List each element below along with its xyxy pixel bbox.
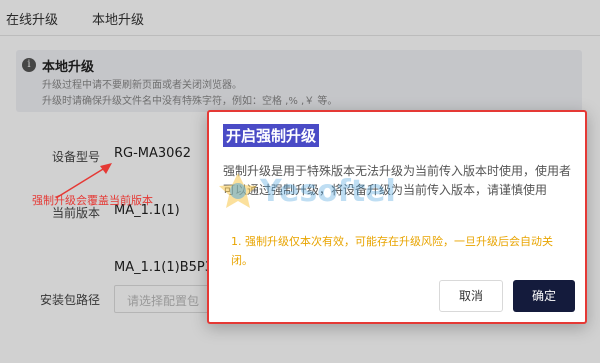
dialog-title: 开启强制升级 bbox=[223, 124, 320, 147]
cancel-button[interactable]: 取消 bbox=[439, 280, 503, 312]
notice-line-1: 升级过程中请不要刷新页面或者关闭浏览器。 bbox=[42, 80, 242, 91]
info-icon: i bbox=[22, 58, 36, 72]
dialog-body: 强制升级是用于特殊版本无法升级为当前传入版本时使用，使用者可以通过强制升级，将设… bbox=[223, 164, 572, 197]
model-value: RG-MA3062 bbox=[114, 146, 191, 161]
force-upgrade-dialog: 开启强制升级 强制升级是用于特殊版本无法升级为当前传入版本时使用，使用者可以通过… bbox=[207, 110, 587, 324]
notice-line-2: 升级时请确保升级文件名中没有特殊字符，例如：空格 ,% ,￥ 等。 bbox=[42, 96, 338, 107]
confirm-button[interactable]: 确定 bbox=[513, 280, 575, 312]
model-label: 设备型号 bbox=[52, 150, 101, 164]
tab-local-upgrade[interactable]: 本地升级 bbox=[89, 9, 147, 38]
notice-box: i 本地升级 升级过程中请不要刷新页面或者关闭浏览器。 升级时请确保升级文件名中… bbox=[16, 50, 582, 112]
tab-online-upgrade[interactable]: 在线升级 bbox=[6, 9, 58, 28]
package-path-label: 安装包路径 bbox=[40, 293, 101, 307]
tab-bar: 在线升级 本地升级 bbox=[0, 0, 600, 38]
annotation-note: 强制升级会覆盖当前版本 bbox=[32, 194, 153, 207]
notice-title: 本地升级 bbox=[42, 60, 95, 75]
dialog-warning: 1. 强制升级仅本次有效，可能存在升级风险，一旦升级后会自动关闭。 bbox=[231, 235, 553, 267]
version-detail: MA_1.1(1)B5P3 bbox=[114, 260, 213, 275]
